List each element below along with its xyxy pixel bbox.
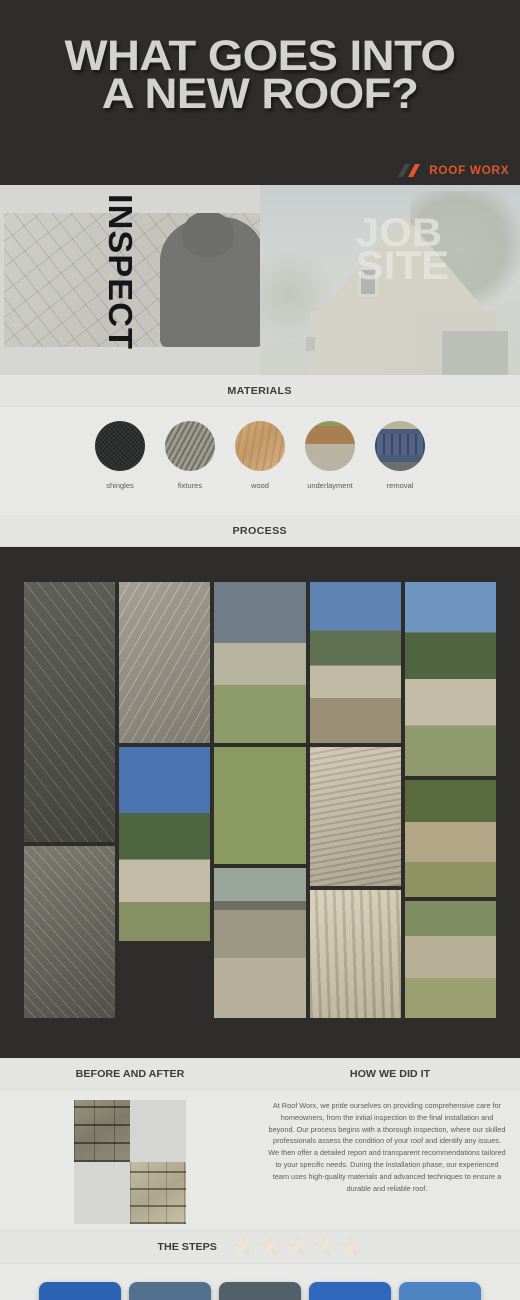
steps-heading-bar: THE STEPS [0, 1230, 520, 1264]
after-photo[interactable] [130, 1162, 186, 1224]
infographic-page: WHAT GOES INTO A NEW ROOF? ROOF WORX INS… [0, 0, 520, 1300]
before-after-body: At Roof Worx, we pride ourselves on prov… [0, 1090, 520, 1230]
process-photo[interactable] [119, 747, 211, 941]
before-after-images [0, 1100, 260, 1230]
star-icon [259, 1236, 281, 1257]
title-line-2: A NEW ROOF? [101, 69, 419, 118]
how-we-did-it-heading: HOW WE DID IT [349, 1067, 431, 1080]
process-photo[interactable] [309, 890, 401, 1018]
step-card-1[interactable]: strip off all old material and repair de… [39, 1282, 121, 1300]
step-card-3[interactable]: detailing and flashing [219, 1282, 301, 1300]
steps-heading: THE STEPS [157, 1241, 217, 1253]
material-label: fixtures [177, 481, 203, 490]
material-label: removal [386, 481, 414, 490]
process-photo[interactable] [404, 901, 496, 1018]
material-label: wood [251, 481, 269, 490]
step-card-4[interactable]: new shingle application [309, 1282, 391, 1300]
process-photo[interactable] [214, 582, 306, 743]
slash-mark-icon [397, 164, 420, 177]
spacer-cell [74, 1162, 130, 1224]
person-shadow-head [182, 213, 234, 257]
materials-list: shingles fixtures wood underlayment remo… [0, 407, 520, 515]
step-card-5[interactable]: clean up and reviews [399, 1282, 481, 1300]
brand-name: ROOF WORX [428, 164, 509, 177]
process-photo[interactable] [214, 747, 306, 864]
process-photo[interactable] [214, 868, 306, 1018]
material-item-wood[interactable]: wood [234, 421, 286, 515]
step-photo [39, 1282, 121, 1300]
process-heading: PROCESS [232, 524, 288, 537]
material-item-fixtures[interactable]: fixtures [164, 421, 216, 515]
materials-heading: MATERIALS [227, 384, 293, 397]
materials-heading-bar: MATERIALS [0, 375, 520, 407]
process-gallery [0, 547, 520, 1058]
star-icon [340, 1236, 362, 1257]
process-photo[interactable] [24, 846, 116, 1018]
process-photo[interactable] [404, 780, 496, 897]
before-after-grid [74, 1100, 186, 1224]
page-title: WHAT GOES INTO A NEW ROOF? [0, 35, 520, 118]
star-rating [232, 1236, 362, 1258]
step-photo [309, 1282, 391, 1300]
process-photo[interactable] [404, 582, 496, 776]
removal-swatch-icon [375, 421, 425, 471]
material-label: underlayment [307, 481, 353, 490]
material-label: shingles [106, 481, 134, 490]
step-photo [399, 1282, 481, 1300]
step-photo [129, 1282, 211, 1300]
underlayment-swatch-icon [305, 421, 355, 471]
jobsite-label: JOB SITE [356, 213, 449, 286]
hero-inspect-panel: INSPECT [0, 185, 260, 375]
jobsite-line-2: SITE [355, 243, 450, 288]
process-photo-grid [24, 582, 496, 1018]
process-photo[interactable] [309, 747, 401, 886]
how-we-did-it-text: At Roof Worx, we pride ourselves on prov… [260, 1100, 520, 1230]
step-card-2[interactable]: waterproof and water resistant underlaym… [129, 1282, 211, 1300]
shingles-swatch-icon [95, 421, 145, 471]
brand-logo: ROOF WORX [397, 164, 509, 177]
before-photo[interactable] [74, 1100, 130, 1162]
step-photo [219, 1282, 301, 1300]
star-icon [232, 1236, 254, 1257]
material-item-underlayment[interactable]: underlayment [304, 421, 356, 515]
hero-jobsite-panel: JOB SITE [260, 185, 520, 375]
process-heading-bar: PROCESS [0, 515, 520, 547]
fixtures-swatch-icon [165, 421, 215, 471]
steps-section: strip off all old material and repair de… [0, 1264, 520, 1300]
process-photo[interactable] [309, 582, 401, 743]
spacer-cell [130, 1100, 186, 1162]
process-photo[interactable] [24, 582, 116, 842]
before-after-heading-bar: BEFORE AND AFTER HOW WE DID IT [0, 1058, 520, 1090]
hero-section: INSPECT JOB SITE [0, 185, 520, 375]
how-we-did-it-paragraph: At Roof Worx, we pride ourselves on prov… [268, 1101, 506, 1193]
process-photo[interactable] [119, 582, 211, 743]
before-after-heading: BEFORE AND AFTER [75, 1067, 185, 1080]
material-item-shingles[interactable]: shingles [94, 421, 146, 515]
material-item-removal[interactable]: removal [374, 421, 426, 515]
wood-swatch-icon [235, 421, 285, 471]
steps-card-row: strip off all old material and repair de… [0, 1282, 520, 1300]
star-icon [286, 1236, 308, 1257]
inspect-label: INSPECT [102, 193, 139, 351]
header-banner: WHAT GOES INTO A NEW ROOF? ROOF WORX [0, 0, 520, 185]
star-icon [313, 1236, 335, 1257]
